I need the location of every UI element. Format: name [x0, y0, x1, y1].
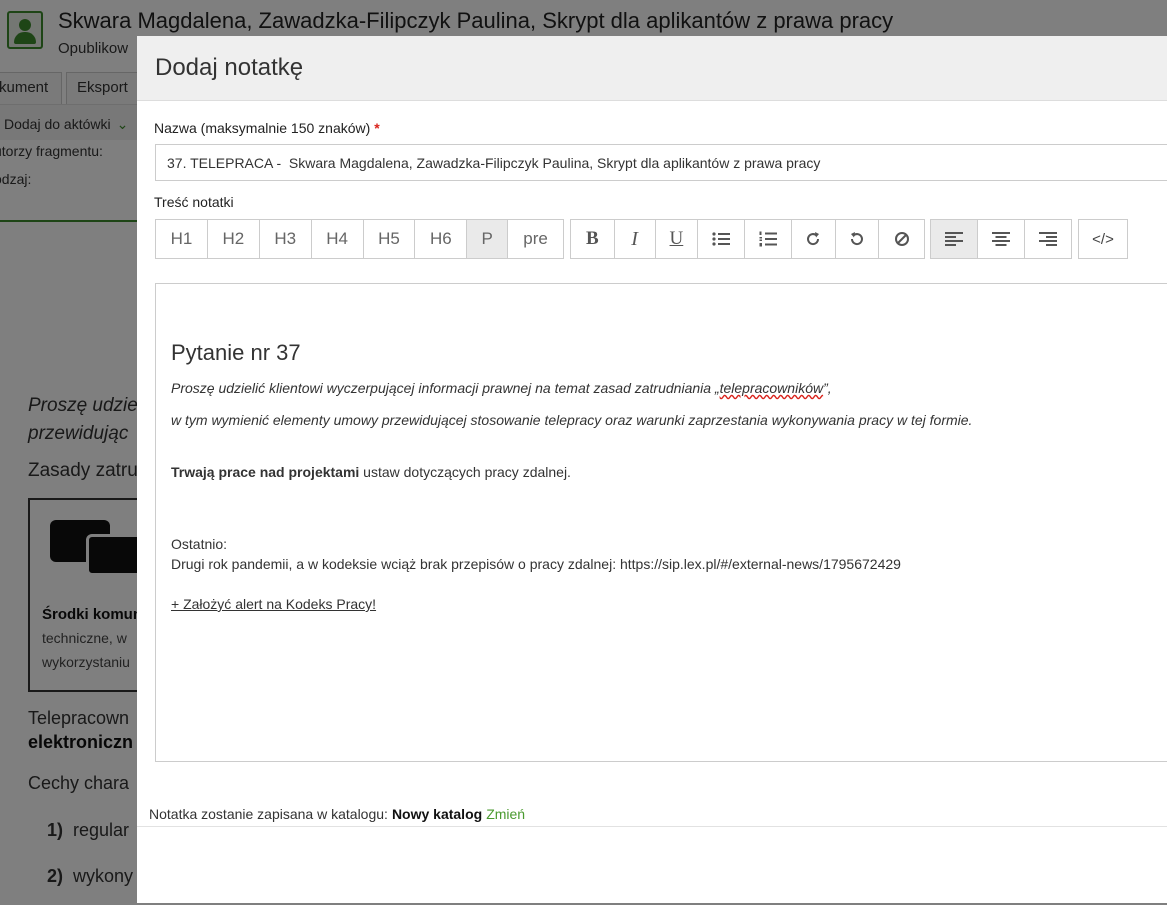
note-recent-label: Ostatnio:: [171, 536, 228, 552]
align-left-icon: [945, 232, 963, 246]
bullet-list-button[interactable]: [698, 220, 746, 258]
align-toolbar: [930, 219, 1072, 259]
catalog-note-text: Notatka zostanie zapisana w katalogu:: [149, 806, 388, 822]
bullet-list-icon: [712, 232, 731, 246]
h3-button[interactable]: H3: [260, 220, 312, 258]
code-toolbar: </>: [1078, 219, 1128, 259]
undo-button[interactable]: [836, 220, 880, 258]
clear-format-button[interactable]: [879, 220, 924, 258]
required-asterisk: *: [374, 120, 380, 136]
footer-divider: [137, 826, 1167, 827]
catalog-name: Nowy katalog: [391, 806, 483, 822]
name-label: Nazwa (maksymalnie 150 znaków) *: [154, 120, 380, 136]
paragraph-button[interactable]: P: [467, 220, 509, 258]
h4-button[interactable]: H4: [312, 220, 364, 258]
change-catalog-link[interactable]: Zmień: [486, 806, 525, 822]
h1-button[interactable]: H1: [156, 220, 208, 258]
h6-button[interactable]: H6: [415, 220, 468, 258]
italic-button[interactable]: I: [615, 220, 656, 258]
preformatted-button[interactable]: pre: [508, 220, 563, 258]
align-center-button[interactable]: [978, 220, 1025, 258]
note-question-line: w tym wymienić elementy umowy przewidują…: [171, 412, 973, 428]
spellcheck-word: telepracowników: [719, 380, 824, 396]
align-right-icon: [1039, 232, 1057, 246]
note-news-text: Drugi rok pandemii, a w kodeksie wciąż b…: [171, 556, 901, 572]
format-toolbar: B I U: [570, 219, 925, 259]
note-question-text: Proszę udzielić klientowi wyczerpującej …: [171, 380, 720, 396]
modal-header: Dodaj notatkę: [137, 36, 1167, 101]
clear-format-icon: [894, 232, 909, 246]
numbered-list-icon: [759, 231, 777, 247]
underline-button[interactable]: U: [656, 220, 699, 258]
modal-title: Dodaj notatkę: [155, 54, 304, 81]
note-bold-text: Trwają prace nad projektami: [171, 464, 360, 480]
redo-button[interactable]: [792, 220, 836, 258]
code-view-button[interactable]: </>: [1079, 220, 1127, 258]
align-center-icon: [992, 232, 1010, 246]
heading-toolbar: H1 H2 H3 H4 H5 H6 P pre: [155, 219, 564, 259]
numbered-list-button[interactable]: [745, 220, 792, 258]
note-normal-text: ustaw dotyczących pracy zdalnej.: [359, 464, 571, 480]
content-label: Treść notatki: [154, 194, 234, 210]
redo-icon: [807, 232, 820, 246]
create-alert-link[interactable]: + Założyć alert na Kodeks Pracy!: [171, 596, 376, 612]
h2-button[interactable]: H2: [208, 220, 260, 258]
catalog-note: Notatka zostanie zapisana w katalogu: Now…: [149, 806, 525, 822]
add-note-modal: Dodaj notatkę Nazwa (maksymalnie 150 zna…: [137, 36, 1167, 903]
note-question-quote: ”,: [823, 380, 832, 396]
name-label-text: Nazwa (maksymalnie 150 znaków): [154, 120, 371, 136]
undo-icon: [850, 232, 863, 246]
note-name-input[interactable]: [155, 144, 1167, 181]
bold-button[interactable]: B: [571, 220, 615, 258]
note-heading: Pytanie nr 37: [171, 340, 301, 365]
note-content-editor[interactable]: Pytanie nr 37 Proszę udzielić klientowi …: [155, 283, 1167, 762]
align-right-button[interactable]: [1025, 220, 1071, 258]
code-icon: </>: [1092, 230, 1114, 248]
h5-button[interactable]: H5: [364, 220, 416, 258]
align-left-button[interactable]: [931, 220, 978, 258]
note-question-line: Proszę udzielić klientowi wyczerpującej …: [171, 380, 832, 396]
note-paragraph: Trwają prace nad projektami ustaw dotycz…: [171, 464, 571, 480]
